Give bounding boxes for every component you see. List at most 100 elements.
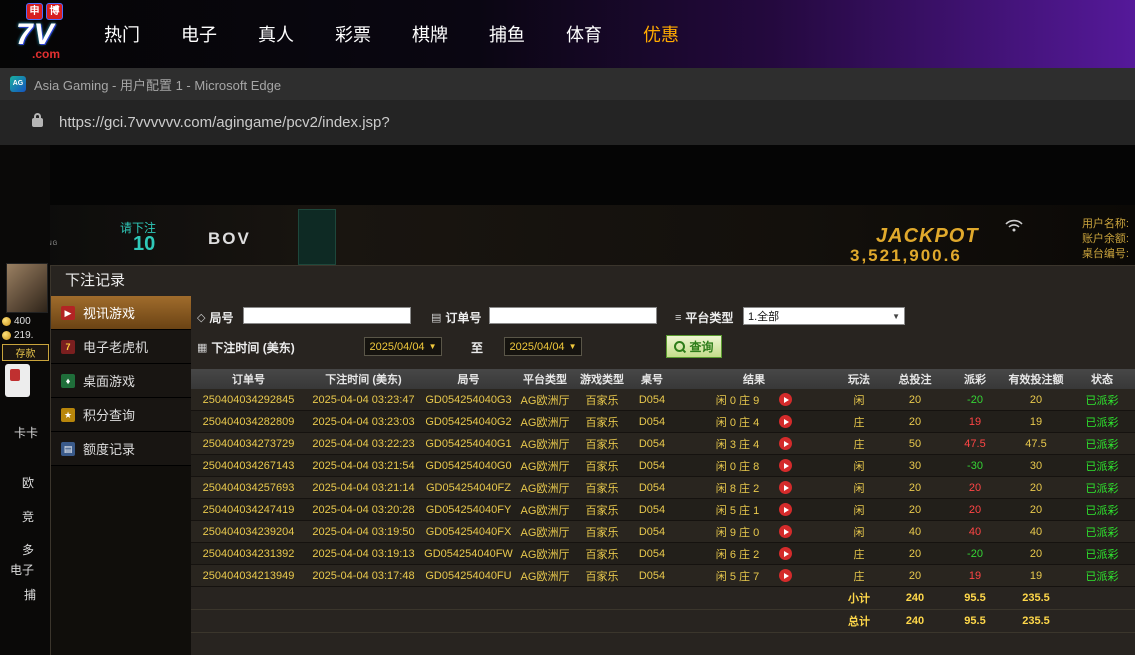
sidebar-item-label: 额度记录 — [83, 442, 136, 457]
bet-cell: 20 — [908, 503, 922, 516]
search-button[interactable]: 查询 — [666, 335, 722, 358]
site-logo[interactable]: 申 博 7V .com — [16, 3, 92, 61]
balance-row-1: 400 — [2, 316, 31, 327]
result-cell: 闲 0 庄 4 — [674, 414, 834, 430]
caret-down-icon: ▼ — [428, 342, 437, 351]
left-strip-item[interactable]: 竞 — [22, 508, 34, 525]
game-type-cell: 百家乐 — [585, 504, 619, 517]
order-cell: 250404034213949 — [202, 569, 295, 582]
browser-titlebar: AG Asia Gaming - 用户配置 1 - Microsoft Edge — [0, 68, 1135, 101]
modal-title: 下注记录 — [65, 272, 126, 289]
table-no-cell: D054 — [638, 569, 666, 582]
round-cell: GD054254040FZ — [426, 481, 511, 494]
round-cell: GD054254040G3 — [425, 393, 512, 406]
table-row: 250404034239204 2025-04-04 03:19:50 GD0542… — [191, 521, 1135, 543]
game-type-cell: 百家乐 — [585, 438, 619, 451]
points-icon: ★ — [61, 407, 75, 422]
result-cell: 闲 9 庄 0 — [674, 524, 834, 540]
date-from-picker[interactable]: 2025/04/04 ▼ — [364, 337, 442, 356]
left-strip-item[interactable]: 多 — [22, 541, 34, 558]
replay-icon[interactable] — [779, 525, 793, 538]
valid-bet-cell: 20 — [1029, 481, 1043, 494]
time-cell: 2025-04-04 03:19:13 — [312, 547, 415, 560]
bet-cell: 40 — [908, 525, 922, 538]
left-strip-item[interactable]: 捕 — [24, 586, 36, 603]
sidebar-item-2[interactable]: ♦ 桌面游戏 — [51, 364, 191, 398]
nav-item-1[interactable]: 电子 — [181, 21, 217, 47]
nav-item-0[interactable]: 热门 — [104, 21, 140, 47]
main-nav: 热门 电子 真人 彩票 棋牌 捕鱼 体育 优惠 — [104, 21, 679, 47]
column-header: 状态 — [1091, 374, 1113, 386]
coin-icon — [2, 331, 11, 340]
video-game-icon: ▶ — [61, 305, 75, 320]
play-cell: 闲 — [853, 482, 865, 495]
nav-item-6[interactable]: 体育 — [566, 21, 602, 47]
url-text[interactable]: https://gci.7vvvvvv.com/agingame/pcv2/in… — [59, 114, 390, 131]
sidebar-item-label: 桌面游戏 — [83, 374, 136, 389]
replay-icon[interactable] — [779, 437, 793, 450]
platform-cell: AG欧洲厅 — [520, 504, 570, 517]
order-input[interactable] — [489, 307, 657, 324]
order-cell: 250404034257693 — [202, 481, 295, 494]
game-type-cell: 百家乐 — [585, 482, 619, 495]
nav-item-3[interactable]: 彩票 — [335, 21, 371, 47]
replay-icon[interactable] — [779, 393, 793, 406]
sidebar-item-1[interactable]: 7 电子老虎机 — [51, 330, 191, 364]
account-info-labels: 用户名称: 账户余额: 桌台编号: — [1082, 217, 1129, 262]
game-area: AG ASIA GAMING 请下注 10 BOV JACKPOT 3,521,… — [0, 145, 1135, 655]
ag-favicon: AG — [10, 76, 26, 92]
bet-cell: 20 — [908, 547, 922, 560]
logo-text: 7V — [16, 18, 55, 51]
replay-icon[interactable] — [779, 459, 793, 472]
deposit-button[interactable]: 存款 — [2, 344, 49, 361]
table-row: 250404034282809 2025-04-04 03:23:03 GD0542… — [191, 411, 1135, 433]
slot-machine-icon: 7 — [61, 339, 75, 354]
sidebar-item-label: 积分查询 — [83, 408, 136, 423]
game-type-cell: 百家乐 — [585, 416, 619, 429]
play-cell: 闲 — [853, 526, 865, 539]
nav-item-7[interactable]: 优惠 — [643, 21, 679, 47]
order-filter-label: ▤ 订单号 — [431, 309, 481, 326]
replay-icon[interactable] — [779, 481, 793, 494]
time-cell: 2025-04-04 03:23:03 — [312, 415, 415, 428]
replay-icon[interactable] — [779, 569, 793, 582]
platform-select[interactable]: 1.全部 ▼ — [743, 307, 905, 325]
table-no-cell: D054 — [638, 437, 666, 450]
column-header: 桌号 — [641, 374, 663, 386]
balance-row-2: 219. — [2, 330, 33, 341]
left-strip-item[interactable]: 电子 — [10, 561, 34, 578]
sidebar-item-3[interactable]: ★ 积分查询 — [51, 398, 191, 432]
nav-item-2[interactable]: 真人 — [258, 21, 294, 47]
date-to-picker[interactable]: 2025/04/04 ▼ — [504, 337, 582, 356]
total-row-cell: 总计 — [848, 616, 870, 628]
order-cell: 250404034247419 — [202, 503, 295, 516]
modal-body: ▶ 视讯游戏 7 电子老虎机 ♦ 桌面游戏 ★ 积分查询 ▤ 额度记录 ◇ 局号 ▤ 订单号 — [51, 296, 1135, 655]
left-strip-item[interactable]: 欧 — [22, 474, 34, 491]
replay-icon[interactable] — [779, 415, 793, 428]
browser-urlbar[interactable]: https://gci.7vvvvvv.com/agingame/pcv2/in… — [0, 100, 1135, 146]
round-cell: GD054254040FY — [425, 503, 512, 516]
chevron-down-icon: ▼ — [892, 311, 900, 321]
play-cell: 闲 — [853, 394, 865, 407]
valid-bet-cell: 19 — [1029, 569, 1043, 582]
left-strip-item[interactable]: 卡卡 — [14, 424, 38, 441]
window-title: Asia Gaming - 用户配置 1 - Microsoft Edge — [34, 77, 282, 93]
replay-icon[interactable] — [779, 547, 793, 560]
payout-cell: 19 — [968, 569, 982, 582]
sidebar-item-4[interactable]: ▤ 额度记录 — [51, 432, 191, 466]
avatar[interactable] — [6, 263, 48, 313]
sidebar-item-0[interactable]: ▶ 视讯游戏 — [51, 296, 191, 330]
valid-bet-cell: 47.5 — [1025, 437, 1047, 450]
result-cell: 闲 0 庄 8 — [674, 458, 834, 474]
play-cell: 庄 — [853, 416, 865, 429]
search-icon — [674, 341, 686, 352]
bet-cell: 20 — [908, 481, 922, 494]
column-header: 有效投注额 — [1008, 374, 1064, 386]
nav-item-5[interactable]: 捕鱼 — [489, 21, 525, 47]
list-icon: ≡ — [675, 311, 682, 324]
credit-record-icon: ▤ — [61, 441, 75, 456]
balance-value-2: 219. — [14, 330, 34, 341]
nav-item-4[interactable]: 棋牌 — [412, 21, 448, 47]
round-input[interactable] — [243, 307, 411, 324]
replay-icon[interactable] — [779, 503, 793, 516]
